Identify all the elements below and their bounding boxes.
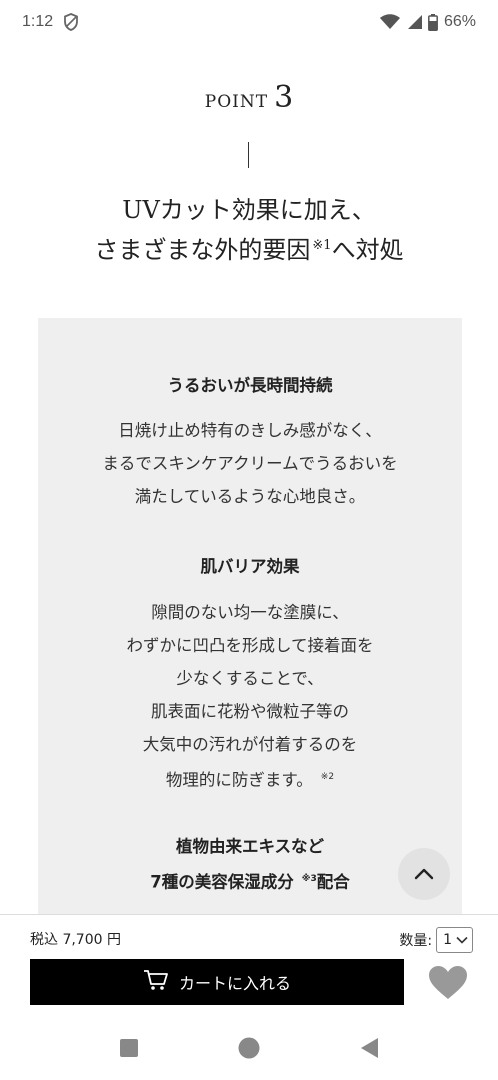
vertical-divider xyxy=(248,142,249,168)
feature-text-moisture: 日焼け止め特有のきしみ感がなく、 まるでスキンケアクリームでうるおいを 満たして… xyxy=(102,421,398,506)
main-heading-line2: さまざまな外的要因 ※1へ対処 xyxy=(94,236,404,264)
status-time: 1:12 xyxy=(22,13,54,30)
back-button[interactable] xyxy=(359,1037,379,1063)
feature-title-barrier: 肌バリア効果 xyxy=(200,557,300,576)
point-heading: POINT 3 xyxy=(0,80,498,115)
status-bar: 1:12 66% xyxy=(0,0,498,44)
purchase-bar: 税込 7,700 円 数量: 1 カートに入れる xyxy=(0,914,498,1020)
point-number: 3 xyxy=(274,80,294,115)
scroll-top-button[interactable] xyxy=(398,848,450,900)
feature-box: うるおいが長時間持続 日焼け止め特有のきしみ感がなく、 まるでスキンケアクリーム… xyxy=(38,318,462,918)
main-heading-line1: UVカット効果に加え、 xyxy=(122,196,376,224)
add-to-cart-label: カートに入れる xyxy=(178,974,291,993)
system-nav-bar xyxy=(0,1020,498,1080)
main-heading: UVカット効果に加え、 さまざまな外的要因 ※1へ対処 xyxy=(0,192,498,268)
feature-text-barrier: 隙間のない均一な塗膜に、 わずかに凹凸を形成して接着面を 少なくすることで、 肌… xyxy=(126,603,374,790)
cart-icon xyxy=(143,969,169,995)
wifi-icon xyxy=(379,14,400,30)
point-label: POINT xyxy=(204,92,269,112)
quantity-label: 数量: xyxy=(399,933,433,949)
favorite-button[interactable] xyxy=(428,965,468,1001)
signal-icon xyxy=(406,14,422,30)
quantity-control: 数量: 1 xyxy=(399,927,473,953)
footnote-mark: ※2 xyxy=(320,772,335,782)
battery-icon xyxy=(428,13,438,31)
feature-title-ingredients: 植物由来エキスなど 7種の美容保湿成分 ※3配合 xyxy=(150,837,350,892)
footnote-mark: ※1 xyxy=(312,238,332,253)
recents-button[interactable] xyxy=(119,1038,139,1062)
quantity-select[interactable]: 1 xyxy=(436,927,473,953)
chevron-down-icon xyxy=(456,932,468,948)
home-button[interactable] xyxy=(238,1037,260,1063)
add-to-cart-button[interactable]: カートに入れる xyxy=(30,959,404,1005)
price-label: 税込 7,700 円 xyxy=(30,932,121,948)
feature-title-moisture: うるおいが長時間持続 xyxy=(167,376,333,395)
heart-icon xyxy=(428,966,468,1005)
shield-icon xyxy=(63,13,79,31)
footnote-mark: ※3 xyxy=(301,874,317,884)
chevron-up-icon xyxy=(414,865,434,884)
quantity-value: 1 xyxy=(443,932,452,948)
battery-percent: 66% xyxy=(443,13,476,30)
